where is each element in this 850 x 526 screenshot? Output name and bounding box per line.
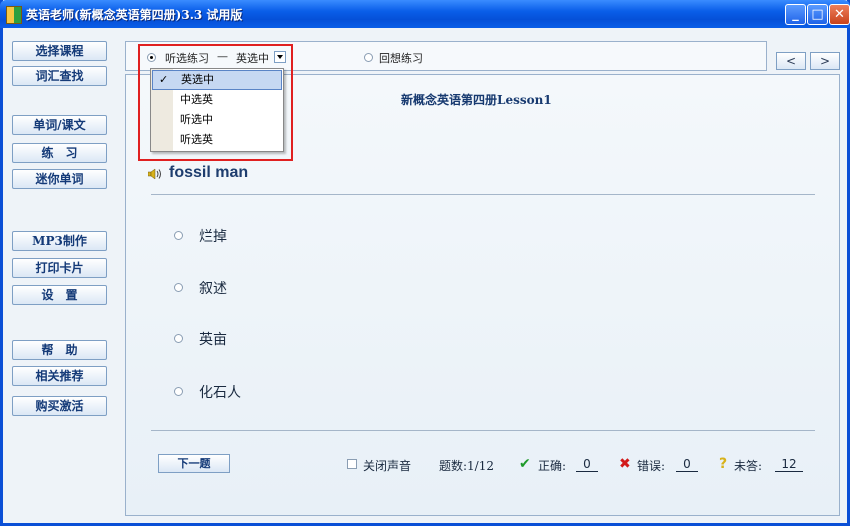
correct-check-icon: ✔	[519, 456, 531, 472]
app-book-icon	[6, 6, 22, 24]
lesson-title: 新概念英语第四册Lesson1	[401, 93, 552, 107]
prev-page-button[interactable]: <	[776, 52, 806, 70]
next-page-button[interactable]: >	[810, 52, 840, 70]
question-mark-icon: ?	[719, 456, 728, 472]
recall-mode-label[interactable]: 回想练习	[379, 50, 423, 66]
unanswered-label: 未答:	[734, 459, 763, 473]
dropdown-option-cn-en[interactable]: 中选英	[152, 90, 282, 110]
window-title: 英语老师(新概念英语第四册)3.3 试用版	[26, 8, 243, 22]
close-button[interactable]: ✕	[829, 4, 850, 25]
recall-mode-radio[interactable]	[364, 53, 373, 62]
question-word: fossil man	[169, 164, 249, 181]
sub-mode-value[interactable]: 英选中	[236, 50, 269, 66]
sidebar-item-buy-activate[interactable]: 购买激活	[12, 396, 107, 416]
sidebar-item-settings[interactable]: 设 置	[12, 285, 107, 305]
mute-label[interactable]: 关闭声音	[363, 457, 411, 474]
sidebar-item-practice[interactable]: 练 习	[12, 143, 107, 163]
speaker-icon[interactable]	[148, 168, 162, 180]
maximize-button[interactable]: □	[807, 4, 828, 25]
correct-label: 正确:	[538, 459, 567, 473]
sidebar-item-recommend[interactable]: 相关推荐	[12, 366, 107, 386]
sidebar-item-words-text[interactable]: 单词/课文	[12, 115, 107, 135]
next-question-button[interactable]: 下一题	[158, 454, 230, 473]
listen-mode-radio[interactable]	[147, 53, 156, 62]
dropdown-option-listen-en[interactable]: 听选英	[152, 130, 282, 150]
answer-option-4[interactable]: 化石人	[199, 382, 241, 402]
sidebar-item-mp3-make[interactable]: MP3制作	[12, 231, 107, 251]
unanswered-count: 12	[775, 457, 803, 472]
sidebar-item-vocab-search[interactable]: 词汇查找	[12, 66, 107, 86]
mode-separator: —	[217, 50, 228, 63]
wrong-label: 错误:	[637, 459, 666, 473]
divider-bottom	[151, 430, 815, 431]
answer-radio-3[interactable]	[174, 334, 183, 343]
title-bar[interactable]: 英语老师(新概念英语第四册)3.3 试用版 _ □ ✕	[0, 0, 850, 28]
sidebar-item-print-cards[interactable]: 打印卡片	[12, 258, 107, 278]
dropdown-option-label: 英选中	[181, 73, 214, 86]
answer-option-3[interactable]: 英亩	[199, 329, 227, 349]
wrong-count: 0	[676, 457, 698, 472]
sidebar-item-select-course[interactable]: 选择课程	[12, 41, 107, 61]
sub-mode-dropdown-arrow-icon[interactable]	[274, 51, 286, 63]
sidebar-item-help[interactable]: 帮 助	[12, 340, 107, 360]
dropdown-option-listen-cn[interactable]: 听选中	[152, 110, 282, 130]
listen-mode-label[interactable]: 听选练习	[165, 50, 209, 66]
check-icon: ✓	[159, 73, 169, 86]
mute-checkbox[interactable]	[347, 459, 357, 469]
app-window: 英语老师(新概念英语第四册)3.3 试用版 _ □ ✕ 选择课程 词汇查找 单词…	[0, 0, 850, 526]
question-count: 题数:1/12	[439, 459, 494, 473]
answer-radio-2[interactable]	[174, 283, 183, 292]
wrong-x-icon: ✖	[619, 456, 631, 472]
sub-mode-dropdown-menu: ✓ 英选中 中选英 听选中 听选英	[150, 68, 284, 152]
answer-option-2[interactable]: 叙述	[199, 278, 227, 298]
sidebar: 选择课程 词汇查找 单词/课文 练 习 迷你单词 MP3制作 打印卡片 设 置 …	[3, 28, 123, 523]
answer-radio-1[interactable]	[174, 231, 183, 240]
divider-top	[151, 194, 815, 195]
sidebar-item-mini-words[interactable]: 迷你单词	[12, 169, 107, 189]
answer-radio-4[interactable]	[174, 387, 183, 396]
answer-option-1[interactable]: 烂掉	[199, 226, 227, 246]
correct-count: 0	[576, 457, 598, 472]
dropdown-option-en-cn[interactable]: ✓ 英选中	[152, 70, 282, 90]
minimize-button[interactable]: _	[785, 4, 806, 25]
